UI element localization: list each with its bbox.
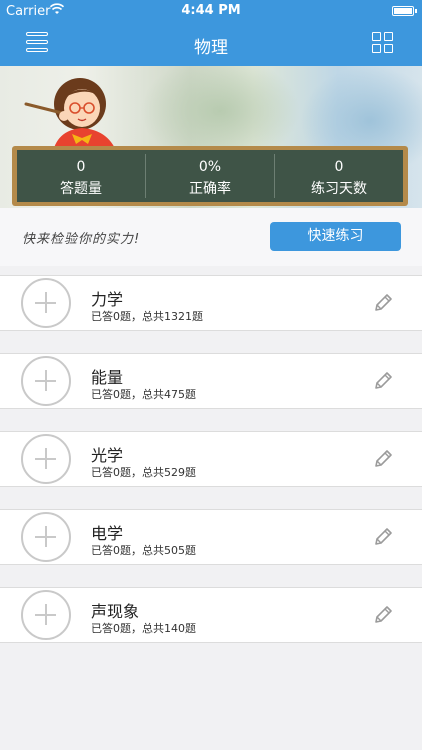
quick-practice-row: 快来检验你的实力! 快速练习	[0, 208, 422, 266]
subject-name: 力学	[91, 290, 124, 309]
add-icon[interactable]	[21, 512, 71, 562]
stat-value: 0	[334, 159, 344, 175]
subject-progress: 已答0题，总共140题	[91, 622, 196, 635]
add-icon[interactable]	[21, 356, 71, 406]
stats-board: 0 答题量 0% 正确率 0 练习天数	[12, 146, 408, 206]
subject-item[interactable]: 力学 已答0题，总共1321题	[0, 275, 422, 331]
add-icon[interactable]	[21, 434, 71, 484]
subject-progress: 已答0题，总共475题	[91, 388, 196, 401]
pencil-icon[interactable]	[372, 604, 394, 626]
stat-label: 练习天数	[311, 181, 367, 197]
stat-label: 答题量	[60, 181, 102, 197]
subject-name: 光学	[91, 446, 124, 465]
quick-practice-button[interactable]: 快速练习	[270, 222, 401, 251]
subject-item[interactable]: 能量 已答0题，总共475题	[0, 353, 422, 409]
stat-answered: 0 答题量	[17, 150, 145, 202]
clock: 4:44 PM	[181, 3, 241, 18]
pencil-icon[interactable]	[372, 448, 394, 470]
subject-item[interactable]: 声现象 已答0题，总共140题	[0, 587, 422, 643]
stat-label: 正确率	[189, 181, 231, 197]
page-title: 物理	[194, 38, 228, 58]
grid-icon[interactable]	[372, 32, 396, 56]
subject-name: 电学	[91, 524, 124, 543]
quick-prompt: 快来检验你的实力!	[22, 232, 141, 247]
pencil-icon[interactable]	[372, 526, 394, 548]
subject-item[interactable]: 电学 已答0题，总共505题	[0, 509, 422, 565]
subject-progress: 已答0题，总共1321题	[91, 310, 203, 323]
battery-icon	[392, 6, 417, 16]
subject-name: 声现象	[91, 602, 140, 621]
subject-item[interactable]: 光学 已答0题，总共529题	[0, 431, 422, 487]
stat-value: 0%	[198, 159, 222, 175]
teacher-illustration	[24, 78, 118, 156]
subject-progress: 已答0题，总共529题	[91, 466, 196, 479]
nav-bar: 物理	[0, 22, 422, 66]
add-icon[interactable]	[21, 590, 71, 640]
subject-name: 能量	[91, 368, 124, 387]
menu-icon[interactable]	[26, 32, 50, 54]
subject-progress: 已答0题，总共505题	[91, 544, 196, 557]
pencil-icon[interactable]	[372, 292, 394, 314]
status-bar: Carrier 4:44 PM	[0, 0, 422, 22]
pencil-icon[interactable]	[372, 370, 394, 392]
add-icon[interactable]	[21, 278, 71, 328]
stat-value: 0	[76, 159, 86, 175]
stat-days: 0 练习天数	[275, 150, 403, 202]
stat-accuracy: 0% 正确率	[146, 150, 274, 202]
